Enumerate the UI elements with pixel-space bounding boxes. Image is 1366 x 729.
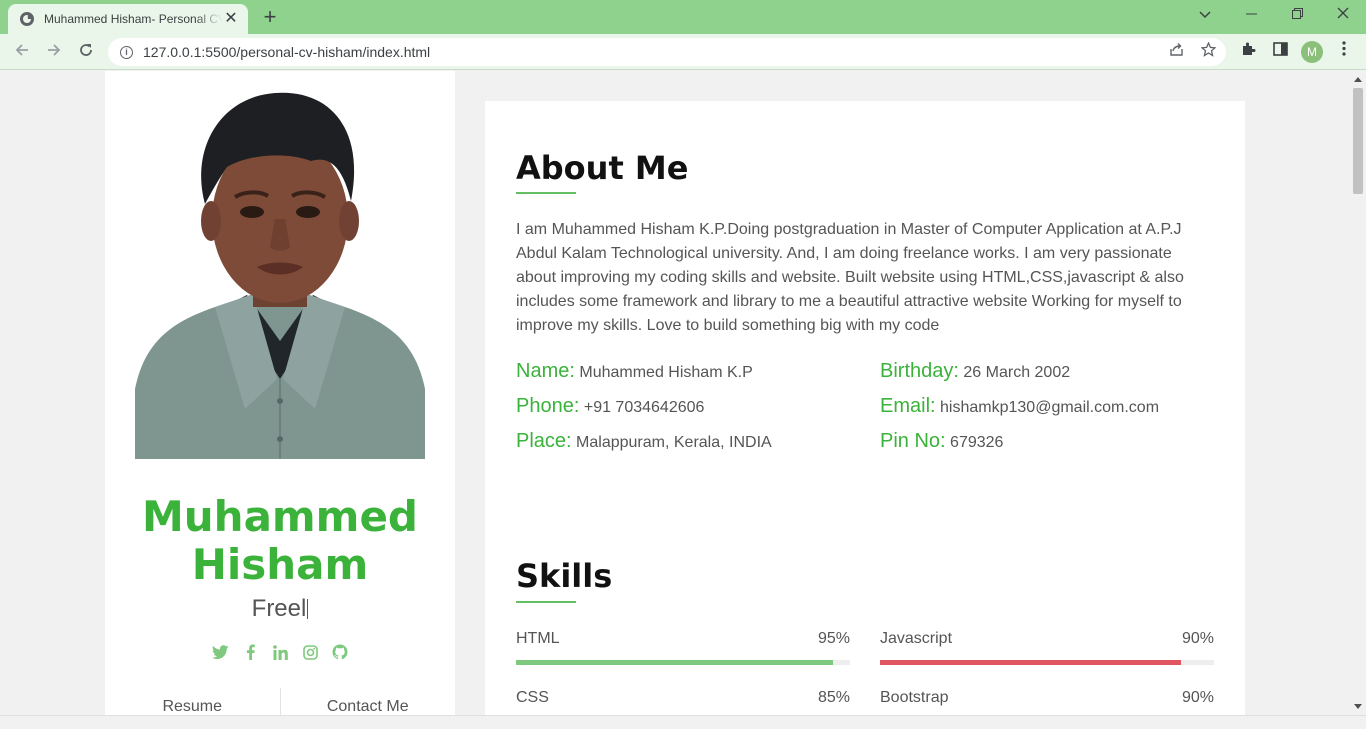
skills-title: Skills bbox=[516, 557, 613, 595]
skill-progress-bar bbox=[880, 660, 1214, 665]
info-key: Birthday: bbox=[880, 360, 959, 382]
skills-title-underline bbox=[516, 601, 576, 603]
new-tab-button[interactable]: + bbox=[258, 5, 282, 29]
github-icon[interactable] bbox=[331, 643, 349, 661]
side-panel-icon[interactable] bbox=[1269, 41, 1291, 63]
about-title: About Me bbox=[516, 149, 689, 187]
forward-button[interactable] bbox=[41, 39, 67, 65]
contact-me-link[interactable]: Contact Me bbox=[279, 688, 456, 715]
restore-button[interactable] bbox=[1282, 2, 1312, 28]
close-window-button[interactable] bbox=[1328, 2, 1358, 28]
info-birthday: Birthday: 26 March 2002 bbox=[880, 360, 1070, 383]
info-key: Place: bbox=[516, 430, 572, 452]
info-icon[interactable]: i bbox=[120, 45, 133, 59]
skill-percent: 90% bbox=[1181, 689, 1214, 706]
main-content: About Me I am Muhammed Hisham K.P.Doing … bbox=[485, 101, 1245, 715]
back-button[interactable] bbox=[9, 39, 35, 65]
info-key: Name: bbox=[516, 360, 575, 382]
skill-name: HTML bbox=[516, 630, 560, 647]
info-key: Pin No: bbox=[880, 430, 946, 452]
typing-caret bbox=[307, 599, 309, 619]
profile-avatar[interactable]: M bbox=[1301, 41, 1323, 63]
info-value: Muhammed Hisham K.P bbox=[579, 364, 753, 381]
minimize-button[interactable] bbox=[1236, 2, 1266, 28]
info-pin: Pin No: 679326 bbox=[880, 430, 1003, 453]
skill-javascript: Javascript 90% bbox=[880, 630, 1214, 665]
profile-sidebar: Muhammed Hisham Freel Resume Contact Me bbox=[105, 71, 455, 715]
skill-bootstrap: Bootstrap 90% bbox=[880, 689, 1214, 715]
instagram-icon[interactable] bbox=[301, 643, 319, 661]
scroll-up-arrow[interactable] bbox=[1354, 77, 1362, 82]
tab-title: Muhammed Hisham- Personal CV bbox=[44, 12, 222, 26]
skill-name: Javascript bbox=[880, 630, 953, 647]
menu-kebab-icon[interactable] bbox=[1333, 41, 1355, 63]
skill-name: CSS bbox=[516, 689, 549, 706]
bookmark-star-icon[interactable] bbox=[1198, 41, 1218, 62]
address-bar[interactable]: i 127.0.0.1:5500/personal-cv-hisham/inde… bbox=[108, 38, 1226, 66]
skill-progress-fill bbox=[880, 660, 1181, 665]
scroll-down-arrow[interactable] bbox=[1354, 704, 1362, 709]
info-key: Email: bbox=[880, 395, 936, 417]
extensions-icon[interactable] bbox=[1237, 41, 1259, 63]
skill-percent: 95% bbox=[817, 630, 850, 647]
skill-css: CSS 85% bbox=[516, 689, 850, 715]
sidebar-links: Resume Contact Me bbox=[105, 688, 455, 715]
skill-html: HTML 95% bbox=[516, 630, 850, 665]
social-links bbox=[105, 643, 455, 661]
typed-role-label: Freel bbox=[251, 595, 307, 622]
skill-percent: 85% bbox=[817, 689, 850, 706]
vertical-scrollbar[interactable] bbox=[1350, 71, 1366, 715]
browser-toolbar: i 127.0.0.1:5500/personal-cv-hisham/inde… bbox=[0, 34, 1366, 70]
profile-name: Muhammed Hisham bbox=[141, 492, 418, 589]
scroll-thumb[interactable] bbox=[1353, 88, 1363, 194]
share-icon[interactable] bbox=[1166, 42, 1186, 62]
page-viewport: Muhammed Hisham Freel Resume Contact Me bbox=[0, 71, 1350, 715]
info-value: Malappuram, Kerala, INDIA bbox=[576, 434, 772, 451]
facebook-icon[interactable] bbox=[241, 643, 259, 661]
info-value: +91 7034642606 bbox=[583, 399, 705, 416]
profile-photo bbox=[135, 89, 425, 459]
info-key: Phone: bbox=[516, 395, 580, 417]
reload-button[interactable] bbox=[73, 39, 99, 65]
twitter-icon[interactable] bbox=[211, 643, 229, 661]
about-paragraph: I am Muhammed Hisham K.P.Doing postgradu… bbox=[516, 221, 1184, 334]
info-name: Name: Muhammed Hisham K.P bbox=[516, 360, 753, 383]
resume-link[interactable]: Resume bbox=[105, 688, 280, 715]
browser-tab[interactable]: Muhammed Hisham- Personal CV ✕ bbox=[8, 4, 248, 34]
skill-name: Bootstrap bbox=[880, 689, 949, 706]
skill-progress-fill bbox=[516, 660, 834, 665]
url-text[interactable]: 127.0.0.1:5500/personal-cv-hisham/index.… bbox=[143, 44, 430, 60]
skill-progress-bar bbox=[516, 660, 850, 665]
info-phone: Phone: +91 7034642606 bbox=[516, 395, 704, 418]
about-title-underline bbox=[516, 192, 576, 194]
info-place: Place: Malappuram, Kerala, INDIA bbox=[516, 430, 772, 453]
horizontal-scrollbar[interactable] bbox=[0, 715, 1366, 729]
globe-icon bbox=[20, 12, 34, 26]
close-tab-button[interactable]: ✕ bbox=[222, 10, 240, 28]
typed-role-text: Freel bbox=[105, 595, 455, 623]
linkedin-icon[interactable] bbox=[271, 643, 289, 661]
browser-tab-strip: Muhammed Hisham- Personal CV ✕ + bbox=[0, 0, 1366, 34]
info-value: 679326 bbox=[950, 434, 1004, 451]
info-email: Email: hishamkp130@gmail.com.com bbox=[880, 395, 1159, 418]
skill-percent: 90% bbox=[1181, 630, 1214, 647]
info-value: 26 March 2002 bbox=[963, 364, 1071, 381]
tab-search-icon[interactable] bbox=[1190, 2, 1220, 28]
info-value: hishamkp130@gmail.com.com bbox=[940, 399, 1160, 416]
